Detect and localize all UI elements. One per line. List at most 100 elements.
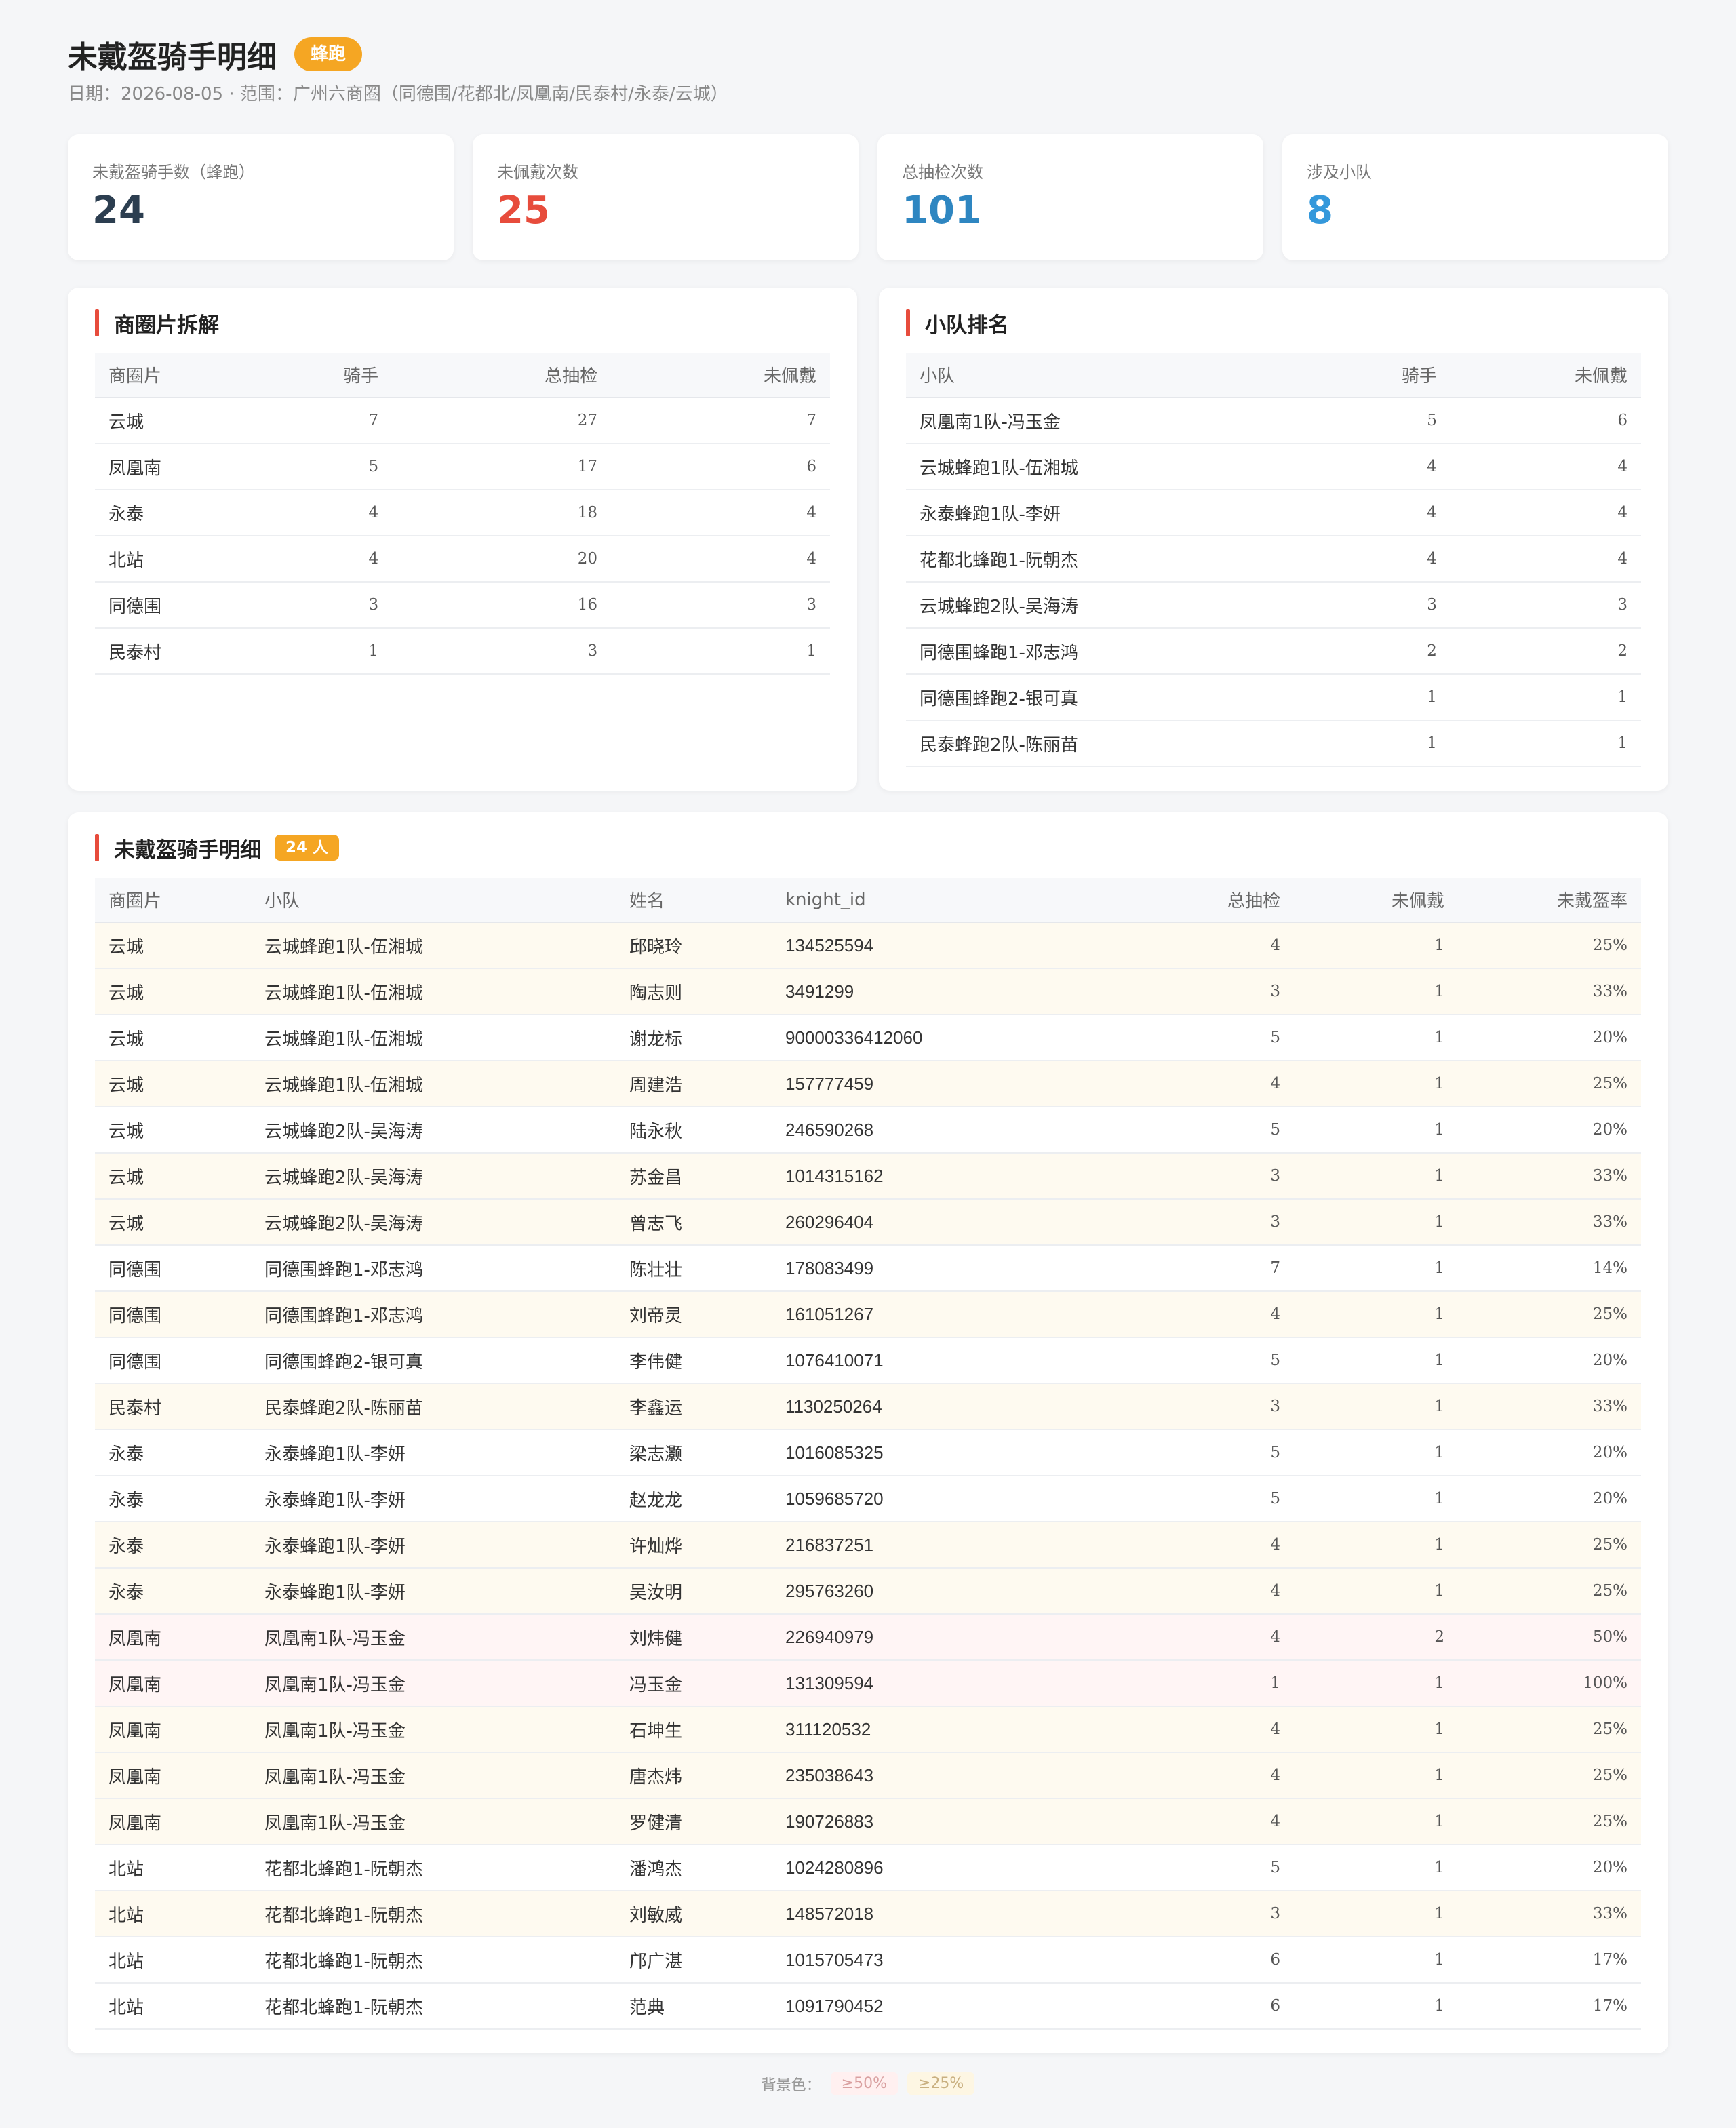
stat-label: 涉及小队 <box>1307 163 1372 182</box>
table-cell: 1 <box>1294 1153 1458 1200</box>
legend-label: 背景色： <box>761 2076 821 2094</box>
table-cell: 北站 <box>95 1845 251 1891</box>
table-cell: 云城蜂跑1队-伍湘城 <box>251 968 616 1015</box>
table-cell: 1 <box>1294 1706 1458 1753</box>
stat-card: 涉及小队 8 <box>1282 134 1668 260</box>
table-cell: 凤凰南 <box>95 444 244 490</box>
table-cell: 云城蜂跑2队-吴海涛 <box>251 1199 616 1246</box>
table-cell: 李鑫运 <box>616 1383 772 1430</box>
table-row: 永泰蜂跑1队-李妍 4 4 <box>906 490 1641 536</box>
table-cell: 凤凰南 <box>95 1660 251 1707</box>
table-cell: 花都北蜂跑1-阮朝杰 <box>251 1937 616 1984</box>
table-cell: 永泰 <box>95 1568 251 1615</box>
table-cell: 17% <box>1458 1937 1641 1984</box>
table-cell: 4 <box>611 536 830 583</box>
table-cell: 云城 <box>95 1199 251 1246</box>
table-cell: 1130250264 <box>772 1383 1131 1430</box>
table-cell: 20% <box>1458 1107 1641 1154</box>
table-cell: 18 <box>392 490 612 536</box>
table-cell: 5 <box>1131 1845 1294 1891</box>
table-cell: 凤凰南1队-冯玉金 <box>251 1660 616 1707</box>
table-cell: 同德围蜂跑1-邓志鸿 <box>906 628 1288 675</box>
table-cell: 216837251 <box>772 1522 1131 1569</box>
title-accent-bar <box>95 834 99 861</box>
stat-card: 未戴盔骑手数（蜂跑） 24 <box>68 134 454 260</box>
area-breakdown-panel: 商圈片拆解 商圈片 骑手 总抽检 未佩戴 云城 7 27 7 凤凰南 5 17 6 永泰 4 18 4 北站 4… <box>68 288 857 791</box>
table-cell: 25% <box>1458 1568 1641 1615</box>
table-cell: 131309594 <box>772 1660 1131 1707</box>
table-cell: 1 <box>1450 674 1641 721</box>
detail-table-header: 商圈片 小队 姓名 knight_id 总抽检 未佩戴 未戴盔率 <box>95 878 1641 923</box>
table-row: 北站 花都北蜂跑1-阮朝杰 潘鸿杰 1024280896 5 1 20% <box>95 1845 1641 1891</box>
table-cell: 33% <box>1458 968 1641 1015</box>
table-row: 云城 云城蜂跑2队-吴海涛 陆永秋 246590268 5 1 20% <box>95 1107 1641 1154</box>
area-panel-title-text: 商圈片拆解 <box>114 313 219 338</box>
stat-label: 未戴盔骑手数（蜂跑） <box>92 163 255 182</box>
table-cell: 311120532 <box>772 1706 1131 1753</box>
table-cell: 梁志灏 <box>616 1430 772 1476</box>
table-cell: 1 <box>611 628 830 675</box>
table-cell: 7 <box>243 397 393 444</box>
legend-swatch-50: ≥50% <box>830 2072 898 2095</box>
area-table-header: 商圈片 骑手 总抽检 未佩戴 <box>95 353 830 398</box>
table-cell: 20% <box>1458 1014 1641 1061</box>
table-row: 同德围蜂跑2-银可真 1 1 <box>906 674 1641 721</box>
table-cell: 云城蜂跑1队-伍湘城 <box>906 444 1288 490</box>
detail-table: 商圈片 小队 姓名 knight_id 总抽检 未佩戴 未戴盔率 云城 云城蜂跑1队-伍湘城邱… <box>95 878 1641 2030</box>
table-cell: 1 <box>1294 1476 1458 1522</box>
table-cell: 云城蜂跑1队-伍湘城 <box>251 922 616 969</box>
table-cell: 云城 <box>95 1153 251 1200</box>
table-cell: 吴汝明 <box>616 1568 772 1615</box>
table-cell: 花都北蜂跑1-阮朝杰 <box>251 1845 616 1891</box>
table-cell: 1 <box>1287 720 1451 767</box>
table-cell: 4 <box>1287 490 1451 536</box>
table-cell: 凤凰南 <box>95 1614 251 1661</box>
table-row: 凤凰南 凤凰南1队-冯玉金 石坤生 311120532 4 1 25% <box>95 1706 1641 1753</box>
table-cell: 1 <box>243 628 393 675</box>
table-cell: 20 <box>392 536 612 583</box>
team-table: 小队 骑手 未佩戴 凤凰南1队-冯玉金 5 6 云城蜂跑1队-伍湘城 4 4 永泰蜂跑1队-李妍… <box>906 353 1641 767</box>
table-cell: 3 <box>1131 968 1294 1015</box>
table-cell: 云城蜂跑2队-吴海涛 <box>251 1153 616 1200</box>
table-cell: 1 <box>1294 1245 1458 1292</box>
team-panel-title-text: 小队排名 <box>925 313 1009 338</box>
table-cell: 凤凰南1队-冯玉金 <box>251 1706 616 1753</box>
table-row: 云城 7 27 7 <box>95 397 830 444</box>
table-cell: 邱晓玲 <box>616 922 772 969</box>
table-cell: 许灿烨 <box>616 1522 772 1569</box>
column-header: 总抽检 <box>1131 878 1294 923</box>
table-cell: 1 <box>1450 720 1641 767</box>
table-cell: 谢龙标 <box>616 1014 772 1061</box>
table-cell: 凤凰南1队-冯玉金 <box>251 1798 616 1845</box>
table-cell: 20% <box>1458 1845 1641 1891</box>
page-header: 未戴盔骑手明细 蜂跑 日期：2026-08-05 · 范围：广州六商圈（同德围/… <box>68 35 1668 110</box>
table-cell: 赵龙龙 <box>616 1476 772 1522</box>
table-cell: 2 <box>1294 1614 1458 1661</box>
table-cell: 295763260 <box>772 1568 1131 1615</box>
table-cell: 陆永秋 <box>616 1107 772 1154</box>
stat-card: 总抽检次数 101 <box>877 134 1263 260</box>
table-cell: 周建浩 <box>616 1061 772 1107</box>
column-header: 总抽检 <box>392 353 612 398</box>
table-cell: 5 <box>1131 1430 1294 1476</box>
detail-table-body: 云城 云城蜂跑1队-伍湘城 邱晓玲 134525594 4 1 25% 云城 云城蜂跑1队-伍湘… <box>95 922 1641 2030</box>
column-header: knight_id <box>772 878 1131 923</box>
table-cell: 永泰蜂跑1队-李妍 <box>251 1476 616 1522</box>
table-cell: 4 <box>1287 444 1451 490</box>
table-cell: 4 <box>1131 1291 1294 1338</box>
table-row: 永泰 永泰蜂跑1队-李妍 吴汝明 295763260 4 1 25% <box>95 1568 1641 1615</box>
table-cell: 3491299 <box>772 968 1131 1015</box>
table-cell: 90000336412060 <box>772 1014 1131 1061</box>
table-cell: 1 <box>1294 1291 1458 1338</box>
table-row: 云城 云城蜂跑1队-伍湘城 邱晓玲 134525594 4 1 25% <box>95 922 1641 969</box>
table-cell: 云城蜂跑2队-吴海涛 <box>251 1107 616 1154</box>
table-cell: 1 <box>1294 968 1458 1015</box>
table-row: 民泰村 民泰蜂跑2队-陈丽苗 李鑫运 1130250264 3 1 33% <box>95 1383 1641 1430</box>
table-cell: 235038643 <box>772 1752 1131 1799</box>
table-cell: 民泰村 <box>95 1383 251 1430</box>
table-cell: 5 <box>1131 1107 1294 1154</box>
table-cell: 25% <box>1458 1798 1641 1845</box>
table-row: 同德围 同德围蜂跑2-银可真 李伟健 1076410071 5 1 20% <box>95 1337 1641 1384</box>
table-row: 凤凰南 凤凰南1队-冯玉金 唐杰炜 235038643 4 1 25% <box>95 1752 1641 1799</box>
column-header: 小队 <box>251 878 616 923</box>
